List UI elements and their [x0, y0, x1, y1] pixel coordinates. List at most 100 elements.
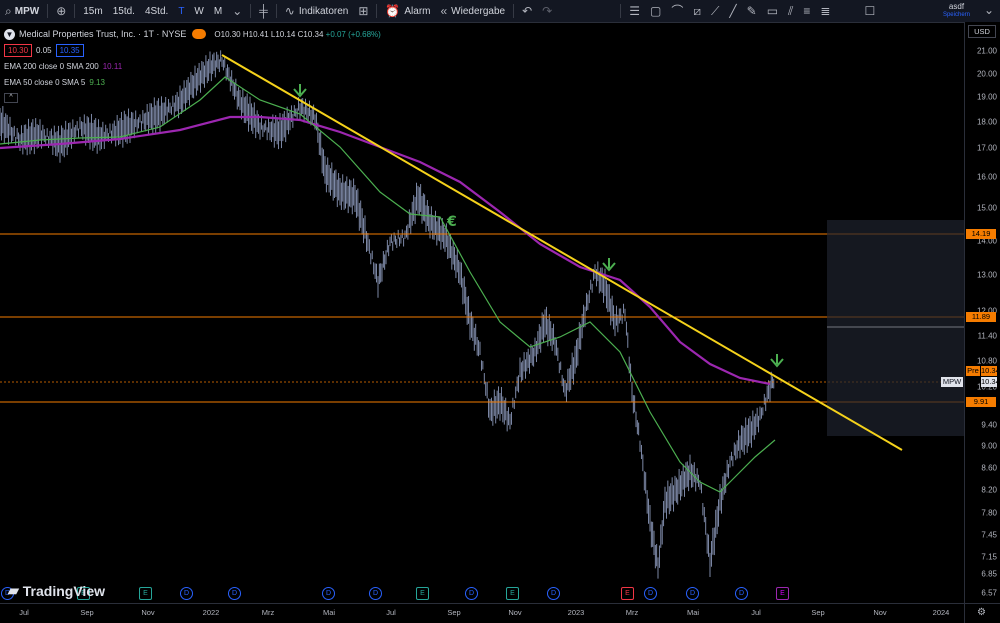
interval-week[interactable]: W	[189, 0, 208, 22]
chart-title[interactable]: Medical Properties Trust, Inc. · 1T · NY…	[19, 29, 186, 39]
ask-button[interactable]: 10.35	[55, 43, 84, 57]
interval-4h[interactable]: 4Std.	[140, 0, 173, 22]
candles-icon: ╪	[259, 4, 268, 18]
time-label: Sep	[80, 608, 94, 617]
ema200-row[interactable]: EMA 200 close 0 SMA 200 10.11	[4, 59, 381, 73]
symbol-row: ▼ Medical Properties Trust, Inc. · 1T · …	[4, 27, 381, 41]
undo-button[interactable]: ↶	[517, 0, 537, 22]
interval-1h[interactable]: 15td.	[108, 0, 140, 22]
dividend-marker[interactable]: D	[735, 587, 748, 600]
tool-text[interactable]: ▭	[762, 0, 783, 22]
path-icon: ⌒	[671, 4, 684, 18]
bid-button[interactable]: 10.30	[4, 43, 33, 57]
user-menu[interactable]: asdf Speichern	[943, 2, 970, 20]
brush-icon: ✎	[746, 4, 757, 18]
dividend-marker[interactable]: D	[686, 587, 699, 600]
symbol-search[interactable]: ⌕ MPW	[0, 0, 44, 22]
tradingview-watermark[interactable]: ▰ TradingView	[8, 582, 105, 599]
compare-button[interactable]: ⊕	[51, 0, 71, 22]
tool-forecast[interactable]: ⟋	[706, 0, 724, 22]
chart-type-button[interactable]: ╪	[254, 0, 273, 22]
channel-icon: ⫽	[788, 4, 794, 18]
dividend-marker[interactable]: D	[369, 587, 382, 600]
interval-15m[interactable]: 15m	[78, 0, 107, 22]
ema50-row[interactable]: EMA 50 close 0 SMA 5 9.13	[4, 75, 381, 89]
alarm-button[interactable]: ⏰ Alarm	[380, 0, 435, 22]
price-axis[interactable]: USD 21.00 20.00 19.00 18.00 17.00 16.00 15.00 1…	[964, 22, 1000, 603]
tool-fib[interactable]: ≣	[815, 0, 835, 22]
indicators-button[interactable]: ∿ Indikatoren	[280, 0, 354, 22]
price-tick: 9.00	[981, 441, 997, 451]
earnings-marker[interactable]: E	[621, 587, 634, 600]
bid-ask-row: 10.30 0.05 10.35	[4, 43, 381, 57]
chevron-down-icon: ⌄	[232, 4, 243, 18]
tool-settings[interactable]: ≡	[798, 0, 815, 22]
euro-marker-icon: €	[446, 214, 457, 230]
dividend-marker[interactable]: D	[465, 587, 478, 600]
high-value: H10.41	[242, 29, 269, 39]
tool-brush[interactable]: ✎	[742, 0, 762, 22]
price-tick: 19.00	[976, 92, 997, 102]
tool-rectangle[interactable]: ▢	[645, 0, 666, 22]
interval-day[interactable]: T	[173, 0, 189, 22]
earnings-marker[interactable]: E	[776, 587, 789, 600]
tool-pattern[interactable]: ⧄	[688, 0, 706, 22]
interval-label: 15td.	[112, 5, 135, 17]
replay-icon: «	[440, 4, 448, 18]
dividend-marker[interactable]: D	[547, 587, 560, 600]
earnings-marker[interactable]: E	[416, 587, 429, 600]
interval-month[interactable]: M	[209, 0, 227, 22]
price-tick: 16.00	[976, 172, 997, 182]
time-label: Nov	[873, 608, 887, 617]
price-tick: 13.00	[976, 270, 997, 280]
time-label: Sep	[811, 608, 825, 617]
separator	[74, 4, 76, 18]
templates-button[interactable]: ⊞	[353, 0, 373, 22]
symbol-logo-icon: ▼	[4, 28, 15, 40]
interval-label: 15m	[83, 5, 103, 17]
tool-lines[interactable]: ☰	[624, 0, 645, 22]
layout-button[interactable]: ☐	[859, 0, 880, 22]
lines-icon: ☰	[629, 4, 640, 18]
tool-path[interactable]: ⌒	[666, 0, 688, 22]
legend-collapse-button[interactable]: ^	[4, 91, 381, 105]
price-tick: 10.80	[976, 356, 997, 366]
interval-dropdown[interactable]: ⌄	[227, 0, 247, 22]
separator	[513, 4, 515, 18]
price-tick: 9.40	[981, 420, 997, 430]
earnings-marker[interactable]: E	[139, 587, 152, 600]
time-label: Mrz	[261, 608, 275, 617]
alarm-label: Alarm	[404, 5, 431, 17]
price-tick: 6.85	[981, 569, 997, 579]
replay-button[interactable]: « Wiedergabe	[435, 0, 510, 22]
redo-button[interactable]: ↷	[537, 0, 557, 22]
dividend-marker[interactable]: D	[644, 587, 657, 600]
price-chart[interactable]: €	[0, 22, 964, 603]
axis-settings-button[interactable]: ⚙	[964, 603, 1000, 623]
currency-select[interactable]: USD	[968, 25, 996, 38]
sliders-icon: ≡	[803, 4, 811, 18]
earnings-marker[interactable]: E	[506, 587, 519, 600]
dividend-marker[interactable]: D	[228, 587, 241, 600]
user-name: asdf	[948, 2, 965, 11]
tool-trendline[interactable]: ╱	[724, 0, 741, 22]
separator	[47, 4, 49, 18]
indicators-icon: ∿	[284, 4, 295, 18]
comment-icon: ▭	[766, 4, 779, 18]
close-value: C10.34	[297, 29, 324, 39]
dividend-marker[interactable]: D	[322, 587, 335, 600]
time-label: Nov	[141, 608, 155, 617]
time-axis[interactable]: Jul Sep Nov 2022 Mrz Mai Jul Sep Nov 2023 Mrz Mai Ju…	[0, 603, 964, 623]
gear-icon: ⚙	[977, 607, 986, 618]
top-toolbar: ⌕ MPW ⊕ 15m 15td. 4Std. T W M ⌄ ╪ ∿ Indi…	[0, 0, 1000, 23]
chevron-down-icon[interactable]: ⌄	[984, 4, 994, 16]
tool-channel[interactable]: ⫽	[783, 0, 798, 22]
price-label-991: 9.91	[966, 397, 996, 407]
dividend-marker[interactable]: D	[180, 587, 193, 600]
price-tick: 11.40	[977, 331, 997, 341]
market-status-icon[interactable]	[192, 29, 207, 39]
alarm-clock-icon: ⏰	[385, 4, 401, 18]
price-tick: 7.80	[981, 508, 997, 518]
ema200-line	[0, 115, 771, 386]
time-label: Jul	[751, 608, 761, 617]
